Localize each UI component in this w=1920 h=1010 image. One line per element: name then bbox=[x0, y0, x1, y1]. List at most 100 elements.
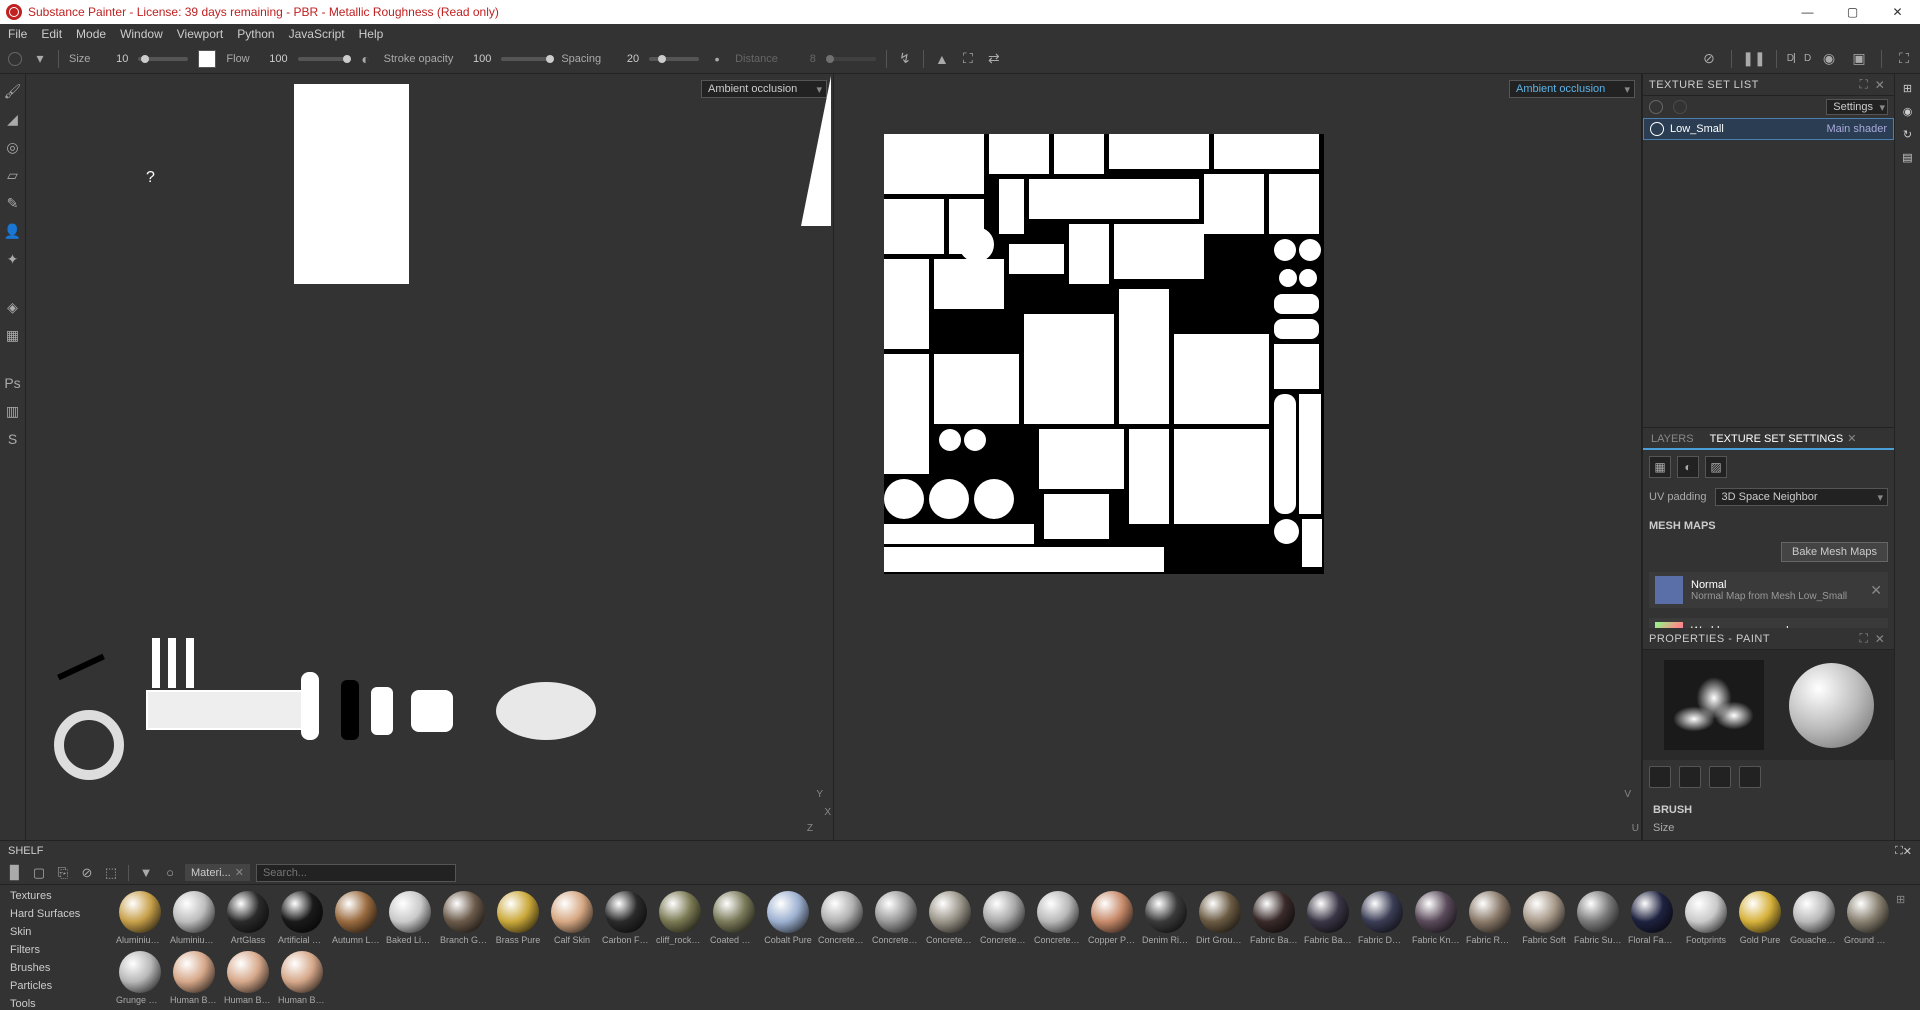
shelf-import-icon[interactable]: ⬚ bbox=[102, 864, 120, 882]
tsl-close-icon[interactable]: ✕ bbox=[1872, 77, 1888, 93]
shelf-cat-tools[interactable]: Tools bbox=[0, 995, 110, 1010]
props-undock-icon[interactable]: ⛶ bbox=[1856, 631, 1872, 647]
material-item[interactable]: Branch Gen... bbox=[440, 891, 488, 945]
shelf-close-icon[interactable]: ✕ bbox=[1903, 845, 1912, 858]
symmetry-settings-icon[interactable]: ⛶ bbox=[960, 51, 976, 67]
brush-tab-3[interactable] bbox=[1709, 766, 1731, 788]
shelf-undock-icon[interactable]: ⛶ bbox=[1895, 845, 1903, 858]
symmetry-icon[interactable]: ▲ bbox=[934, 51, 950, 67]
substance-icon[interactable]: S bbox=[4, 430, 22, 448]
paint-tool-icon[interactable]: 🖌 bbox=[4, 82, 22, 100]
flow-slider[interactable] bbox=[298, 57, 348, 61]
material-item[interactable]: Gold Pure bbox=[1736, 891, 1784, 945]
perspective-icon[interactable]: ⊘ bbox=[1701, 51, 1717, 67]
menu-javascript[interactable]: JavaScript bbox=[289, 27, 345, 41]
menu-viewport[interactable]: Viewport bbox=[177, 27, 223, 41]
menu-edit[interactable]: Edit bbox=[41, 27, 62, 41]
shelf-circle-icon[interactable]: ○ bbox=[161, 864, 179, 882]
material-item[interactable]: Fabric Bam... bbox=[1250, 891, 1298, 945]
menu-file[interactable]: File bbox=[8, 27, 27, 41]
shelf-nolink-icon[interactable]: ⊘ bbox=[78, 864, 96, 882]
bake-mesh-maps-button[interactable]: Bake Mesh Maps bbox=[1781, 542, 1888, 562]
material-item[interactable]: Grunge Ma... bbox=[116, 951, 164, 1005]
shelf-home-icon[interactable]: ▉ bbox=[6, 864, 24, 882]
material-item[interactable]: Aluminium ... bbox=[170, 891, 218, 945]
shelf-cat-particles[interactable]: Particles bbox=[0, 977, 110, 995]
ts-shader[interactable]: Main shader bbox=[1826, 123, 1887, 135]
display-settings-icon[interactable]: ⊞ bbox=[1903, 82, 1912, 95]
render-3d-icon[interactable]: ◉ bbox=[1821, 51, 1837, 67]
pause-icon[interactable]: ❚❚ bbox=[1746, 51, 1762, 67]
material-item[interactable]: ArtGlass bbox=[224, 891, 272, 945]
grid-view-toggle-icon[interactable]: ⊞ bbox=[1896, 893, 1912, 909]
texture-set-item[interactable]: Low_Small Main shader bbox=[1643, 118, 1894, 140]
tab-layers[interactable]: LAYERS bbox=[1643, 430, 1702, 448]
material-item[interactable]: Human Bell... bbox=[224, 951, 272, 1005]
tss-icon-3[interactable]: ▨ bbox=[1705, 456, 1727, 478]
meshmap-wsn[interactable]: World space normalWorld Space Normals Lo… bbox=[1649, 618, 1888, 628]
history-icon[interactable]: ↻ bbox=[1903, 128, 1912, 141]
material-item[interactable]: Human Bac... bbox=[170, 951, 218, 1005]
tab-texture-set-settings[interactable]: TEXTURE SET SETTINGS✕ bbox=[1702, 429, 1865, 448]
window-close-button[interactable]: ✕ bbox=[1875, 0, 1920, 24]
menu-mode[interactable]: Mode bbox=[76, 27, 106, 41]
material-item[interactable]: Ground Gr... bbox=[1844, 891, 1892, 945]
brush-preset-button[interactable] bbox=[8, 52, 22, 66]
window-minimize-button[interactable]: — bbox=[1785, 0, 1830, 24]
material-item[interactable]: Brass Pure bbox=[494, 891, 542, 945]
uvpad-dropdown[interactable]: 3D Space Neighbor bbox=[1715, 488, 1889, 506]
material-item[interactable]: Coated Metal bbox=[710, 891, 758, 945]
tsl-undock-icon[interactable]: ⛶ bbox=[1856, 77, 1872, 93]
material-item[interactable]: Autumn Leaf bbox=[332, 891, 380, 945]
brush-tab-4[interactable] bbox=[1739, 766, 1761, 788]
menu-python[interactable]: Python bbox=[237, 27, 274, 41]
menu-help[interactable]: Help bbox=[359, 27, 384, 41]
viewport-2d-channel-dropdown[interactable]: Ambient occlusion bbox=[1509, 80, 1635, 98]
material-item[interactable]: Copper Pure bbox=[1088, 891, 1136, 945]
tss-icon-2[interactable]: ◐ bbox=[1677, 456, 1699, 478]
shelf-cat-skin[interactable]: Skin bbox=[0, 923, 110, 941]
meshmap-normal[interactable]: NormalNormal Map from Mesh Low_Small ✕ bbox=[1649, 572, 1888, 608]
render-camera-icon[interactable]: ▣ bbox=[1851, 51, 1867, 67]
shelf-cat-brushes[interactable]: Brushes bbox=[0, 959, 110, 977]
smudge-tool-icon[interactable]: ✎ bbox=[4, 194, 22, 212]
material-item[interactable]: Gouache P... bbox=[1790, 891, 1838, 945]
viewer-settings-icon[interactable]: ⛶ bbox=[1896, 51, 1912, 67]
material-item[interactable]: Dirt Groun... bbox=[1196, 891, 1244, 945]
shelf-cat-textures[interactable]: Textures bbox=[0, 887, 110, 905]
material-item[interactable]: cliff_rock_m... bbox=[656, 891, 704, 945]
spacing-slider[interactable] bbox=[649, 57, 699, 61]
spacing-value[interactable]: 20 bbox=[611, 53, 639, 65]
material-picker-icon[interactable]: ✦ bbox=[4, 250, 22, 268]
normal-clear-icon[interactable]: ✕ bbox=[1870, 582, 1882, 599]
eraser-tool-icon[interactable]: ◢ bbox=[4, 110, 22, 128]
material-item[interactable]: Concrete Cl... bbox=[872, 891, 920, 945]
material-item[interactable]: Concrete S... bbox=[1034, 891, 1082, 945]
brush-tab-1[interactable] bbox=[1649, 766, 1671, 788]
material-item[interactable]: Aluminium ... bbox=[116, 891, 164, 945]
shelf-new-icon[interactable]: ▢ bbox=[30, 864, 48, 882]
chip-close-icon[interactable]: ✕ bbox=[235, 866, 244, 879]
menu-window[interactable]: Window bbox=[120, 27, 163, 41]
material-item[interactable]: Concrete D... bbox=[926, 891, 974, 945]
tab-close-icon[interactable]: ✕ bbox=[1847, 433, 1856, 445]
eye-all-icon[interactable] bbox=[1649, 100, 1663, 114]
material-item[interactable]: Carbon Fiber bbox=[602, 891, 650, 945]
lazy-mouse-icon[interactable]: ↯ bbox=[897, 51, 913, 67]
material-item[interactable]: Footprints bbox=[1682, 891, 1730, 945]
polyfill-tool-icon[interactable]: ▱ bbox=[4, 166, 22, 184]
material-item[interactable]: Denim Rivet bbox=[1142, 891, 1190, 945]
brush-tab-2[interactable] bbox=[1679, 766, 1701, 788]
log-icon[interactable]: ▤ bbox=[1902, 151, 1912, 164]
quick-mask-icon[interactable]: ▦ bbox=[4, 326, 22, 344]
tss-icon-1[interactable]: ▦ bbox=[1649, 456, 1671, 478]
material-item[interactable]: Fabric Base bbox=[1304, 891, 1352, 945]
viewport-2d[interactable]: Ambient occlusion bbox=[834, 74, 1642, 840]
eye-solo-icon[interactable] bbox=[1673, 100, 1687, 114]
material-item[interactable]: Concrete B... bbox=[818, 891, 866, 945]
shelf-filter-chip[interactable]: Materi...✕ bbox=[185, 864, 250, 881]
viewport-3d[interactable]: Ambient occlusion ? Y bbox=[26, 74, 834, 840]
material-item[interactable]: Cobalt Pure bbox=[764, 891, 812, 945]
material-item[interactable]: Fabric Rou... bbox=[1466, 891, 1514, 945]
photoshop-icon[interactable]: Ps bbox=[4, 374, 22, 392]
